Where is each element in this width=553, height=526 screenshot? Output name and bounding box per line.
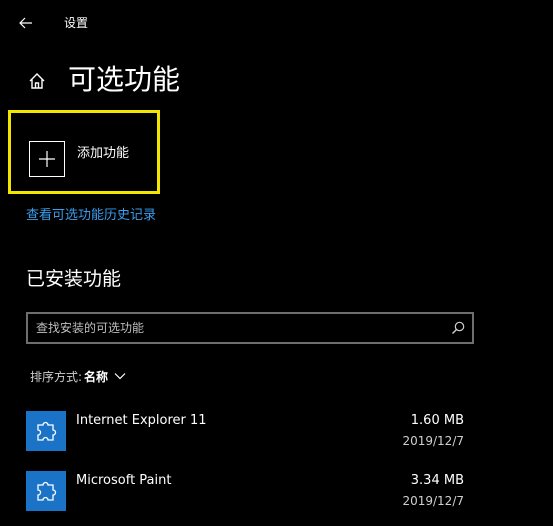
add-feature-button[interactable]: 添加功能 [8,110,160,194]
search-box [26,312,474,344]
chevron-down-icon [114,373,126,380]
back-button[interactable] [8,8,44,38]
search-input[interactable] [36,314,436,342]
feature-list-item[interactable]: Microsoft Paint 3.34 MB 2019/12/7 [24,468,474,520]
feature-list-item[interactable]: Internet Explorer 11 1.60 MB 2019/12/7 [24,408,474,460]
sort-control: 排序方式: 名称 [30,366,126,386]
home-button[interactable] [22,66,52,96]
add-feature-label: 添加功能 [77,146,130,161]
sort-dropdown[interactable]: 名称 [84,368,126,385]
home-icon [29,73,45,89]
feature-size: 1.60 MB [410,413,464,428]
puzzle-piece-icon [26,471,66,511]
arrow-left-icon [19,17,32,29]
plus-icon [29,141,65,177]
search-icon[interactable] [450,320,466,336]
feature-date: 2019/12/7 [402,434,464,448]
feature-name: Microsoft Paint [76,473,172,488]
window-title: 设置 [64,16,89,30]
feature-history-link[interactable]: 查看可选功能历史记录 [26,207,156,225]
feature-date: 2019/12/7 [402,494,464,508]
feature-size: 3.34 MB [410,473,464,488]
puzzle-piece-icon [26,411,66,451]
page-title: 可选功能 [68,63,181,96]
sort-value: 名称 [84,369,109,384]
installed-features-title: 已安装功能 [26,268,122,290]
feature-name: Internet Explorer 11 [76,413,207,428]
sort-label: 排序方式: [30,369,83,384]
